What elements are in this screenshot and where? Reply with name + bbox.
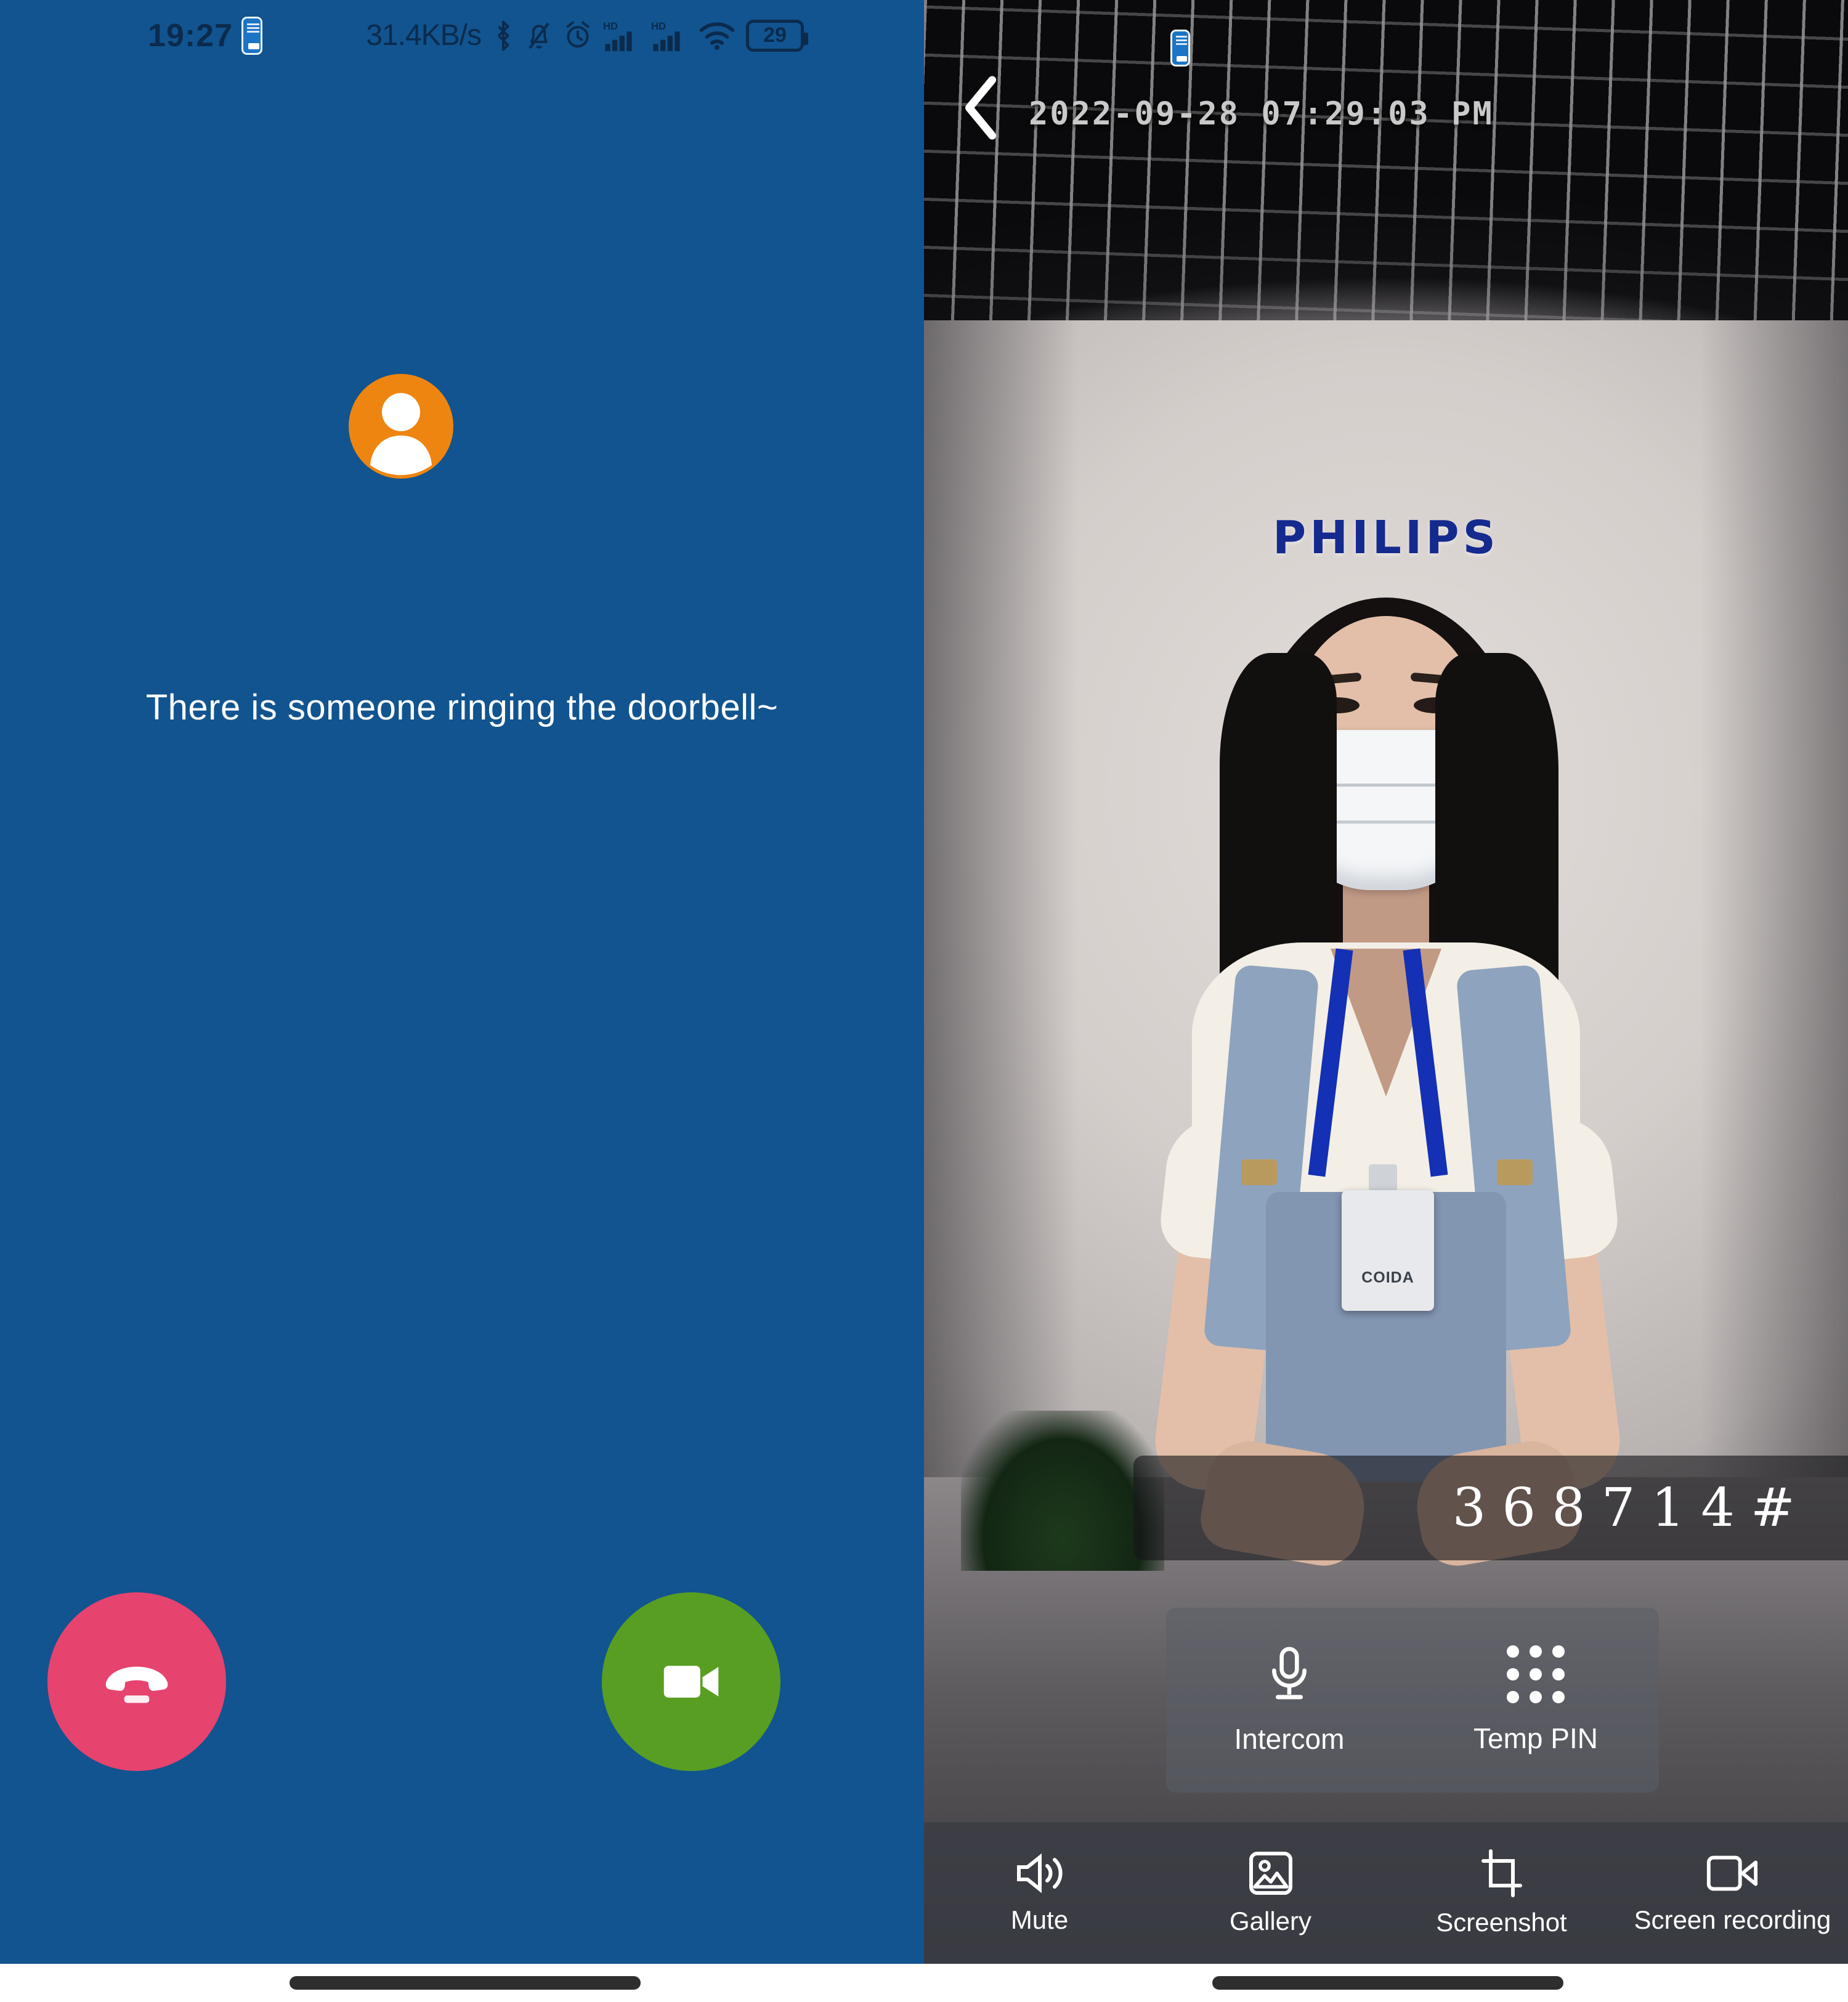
- temp-pin-value: 368714#: [1452, 1477, 1811, 1539]
- caller-avatar: [349, 374, 453, 479]
- temp-pin-button[interactable]: Temp PIN: [1412, 1608, 1659, 1793]
- badge-clip: [1369, 1164, 1397, 1191]
- gallery-label: Gallery: [1229, 1907, 1312, 1935]
- visitor-person: COIDA: [1127, 542, 1645, 1572]
- home-indicator-bar: [0, 1964, 1848, 2002]
- status-bar-left: 19:27: [148, 16, 262, 55]
- screenshot-button[interactable]: Screenshot: [1386, 1849, 1617, 1937]
- back-chevron-icon: [965, 76, 997, 140]
- answer-call-button[interactable]: [602, 1592, 780, 1771]
- video-record-icon: [1706, 1855, 1757, 1891]
- person-avatar-icon: [370, 393, 432, 476]
- incoming-call-panel: 19:27 31.4KB/s HD HD 29 There is someone…: [0, 0, 924, 1964]
- wifi-icon: [699, 20, 735, 51]
- overall-buckle-right: [1497, 1159, 1533, 1185]
- crop-frame-icon: [1481, 1849, 1522, 1897]
- silent-bell-icon: [525, 20, 553, 51]
- mute-button[interactable]: Mute: [924, 1851, 1155, 1935]
- quick-action-bar: Intercom Temp PIN: [1166, 1608, 1659, 1793]
- keypad-grid-icon: [1507, 1645, 1565, 1703]
- gallery-button[interactable]: Gallery: [1155, 1850, 1386, 1936]
- id-badge: [1342, 1190, 1434, 1311]
- screen-root: 19:27 31.4KB/s HD HD 29 There is someone…: [0, 0, 1848, 2002]
- doorbell-app-icon: [241, 16, 262, 55]
- feed-timestamp: 2022-09-28 07:29:03 PM: [1029, 95, 1494, 132]
- svg-text:HD: HD: [603, 20, 618, 32]
- microphone-icon: [1272, 1647, 1307, 1700]
- doorbell-app-icon: [1170, 30, 1190, 67]
- svg-text:HD: HD: [651, 20, 666, 32]
- home-indicator-left[interactable]: [290, 1976, 641, 1990]
- intercom-button[interactable]: Intercom: [1166, 1608, 1412, 1793]
- network-speed-text: 31.4KB/s: [366, 19, 482, 52]
- wall-shadow-left: [924, 320, 1078, 1491]
- ceiling-grid: [924, 0, 1848, 345]
- intercom-label: Intercom: [1234, 1723, 1345, 1755]
- doorbell-video-panel: PHILIPS COIDA 2022-09-28 07:29:03 PM 368…: [924, 0, 1848, 1964]
- id-badge-text: COIDA: [1361, 1269, 1414, 1286]
- photo-gallery-icon: [1249, 1852, 1292, 1895]
- wall-shadow-right: [1700, 320, 1848, 1491]
- hd-signal-icon-2: HD: [651, 19, 688, 52]
- temp-pin-display: 368714#: [1133, 1456, 1848, 1560]
- ringing-message: There is someone ringing the doorbell~: [145, 687, 779, 727]
- battery-icon: 29: [746, 19, 808, 52]
- mute-label: Mute: [1010, 1905, 1069, 1934]
- decline-call-button[interactable]: [47, 1592, 226, 1771]
- screen-recording-label: Screen recording: [1634, 1905, 1831, 1934]
- back-button[interactable]: [949, 74, 1016, 142]
- hd-signal-icon-1: HD: [603, 19, 640, 52]
- video-toolbar: Mute Gallery Screenshot Screen recording: [924, 1822, 1848, 1964]
- status-bar-right: 31.4KB/s HD HD 29: [366, 18, 808, 52]
- screenshot-label: Screenshot: [1436, 1908, 1567, 1937]
- screen-recording-button[interactable]: Screen recording: [1617, 1851, 1848, 1935]
- battery-level-text: 29: [763, 23, 787, 47]
- status-time: 19:27: [148, 17, 233, 54]
- hangup-phone-icon: [105, 1666, 168, 1703]
- bluetooth-icon: [492, 20, 514, 52]
- home-indicator-right[interactable]: [1212, 1976, 1563, 1990]
- temp-pin-label: Temp PIN: [1473, 1722, 1598, 1754]
- alarm-clock-icon: [564, 20, 592, 51]
- status-bar: 19:27 31.4KB/s HD HD 29: [0, 0, 924, 71]
- speaker-wave-icon: [1016, 1853, 1063, 1894]
- video-camera-icon: [663, 1666, 719, 1698]
- overall-buckle-left: [1241, 1159, 1277, 1185]
